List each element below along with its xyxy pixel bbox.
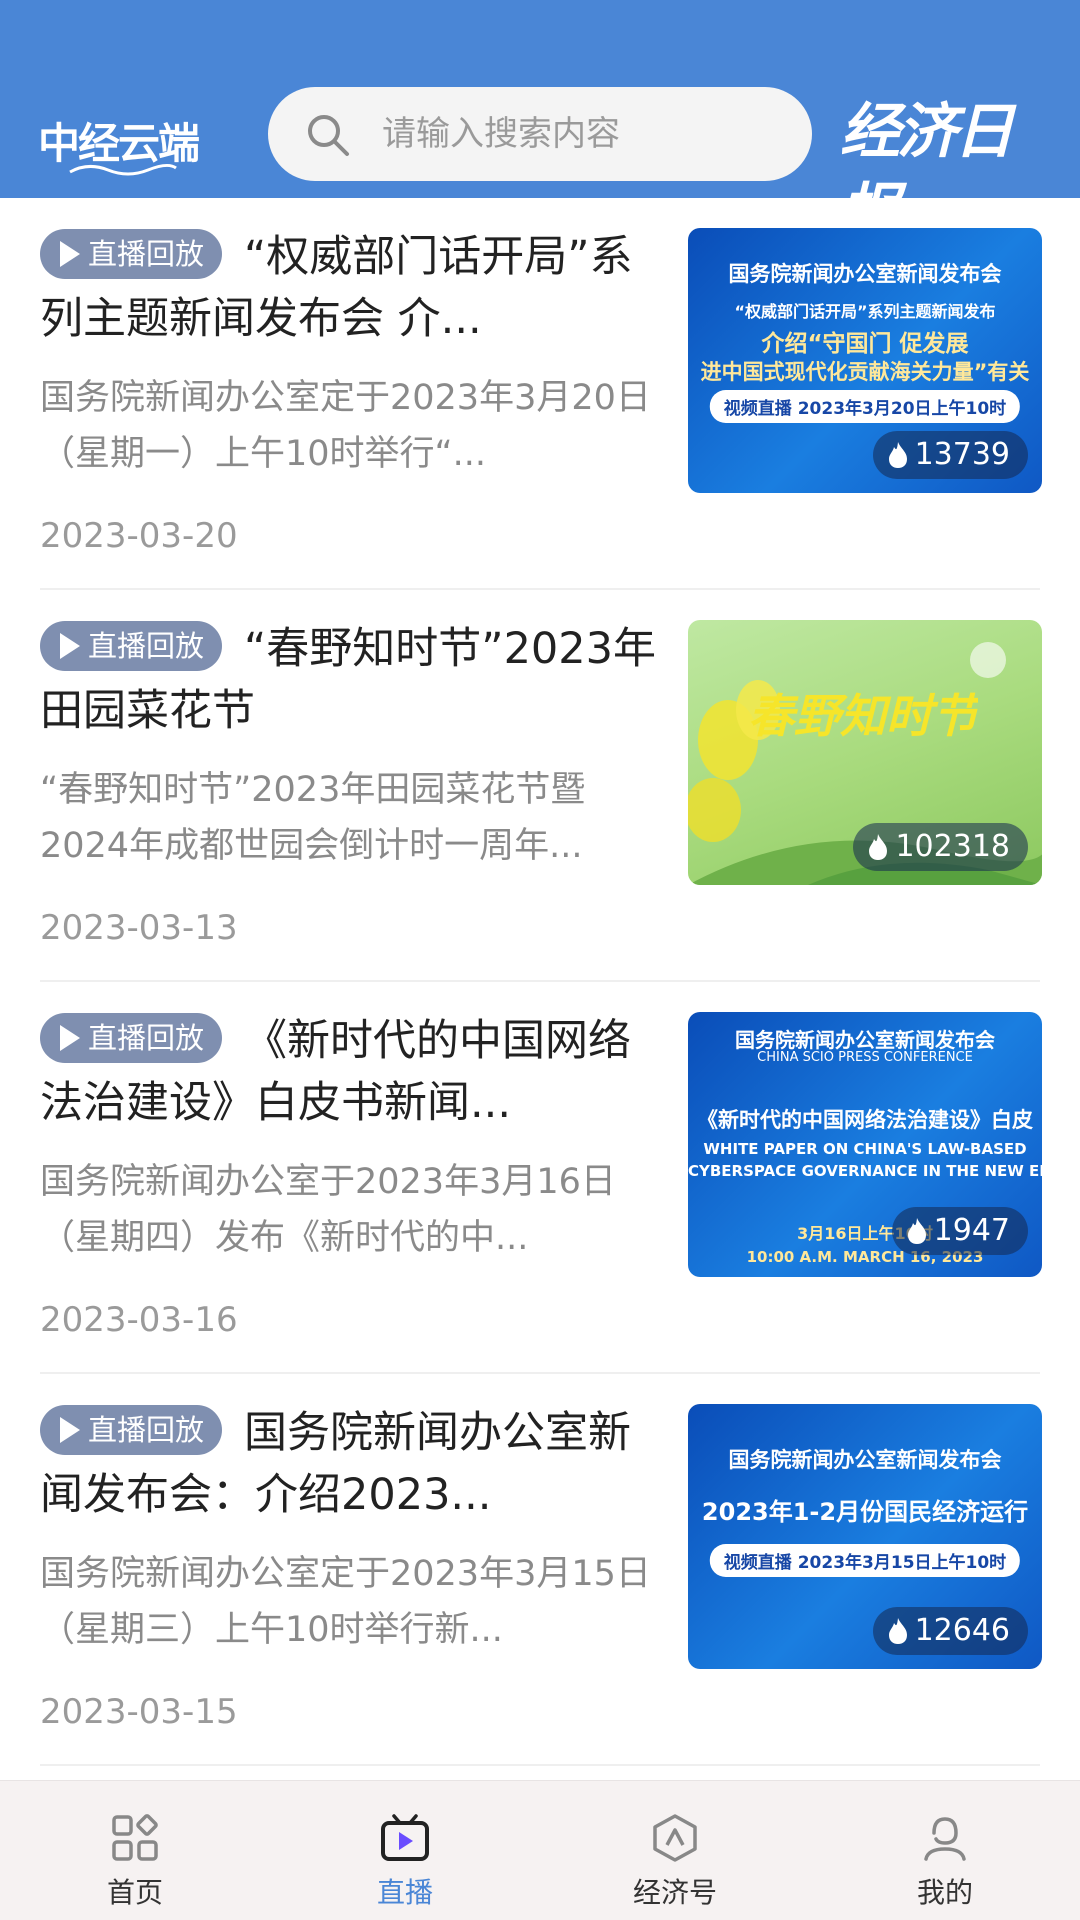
thumb-line: 《新时代的中国网络法治建设》白皮 xyxy=(697,1108,1033,1132)
app-header: 中经云端 经济日报 xyxy=(0,0,1080,247)
hexagon-icon xyxy=(653,1814,697,1862)
item-thumbnail[interactable]: 国务院新闻办公室新闻发布会 CHINA SCIO PRESS CONFERENC… xyxy=(688,1012,1042,1277)
play-icon xyxy=(60,241,80,267)
play-icon xyxy=(60,633,80,659)
replay-badge: 直播回放 xyxy=(40,229,223,279)
play-icon xyxy=(60,1025,80,1051)
item-title-block: 直播回放 “权威部门话开局”系列主题新闻发布会 介... xyxy=(40,226,670,350)
user-icon xyxy=(924,1817,966,1861)
view-count: 13739 xyxy=(872,431,1028,479)
nav-mine-label: 我的 xyxy=(916,1876,973,1909)
flame-icon xyxy=(888,442,907,468)
item-date: 2023-03-15 xyxy=(40,1692,238,1732)
badge-label: 直播回放 xyxy=(88,1413,205,1447)
item-date: 2023-03-13 xyxy=(40,908,238,948)
flame-icon xyxy=(869,834,888,860)
thumb-line: 进中国式现代化贡献海关力量”有关 xyxy=(700,360,1030,384)
view-count-value: 12646 xyxy=(914,1613,1010,1648)
flame-icon xyxy=(888,1618,907,1644)
item-description: 国务院新闻办公室于2023年3月16日（星期四）发布《新时代的中... xyxy=(40,1162,616,1258)
item-title-block: 直播回放 国务院新闻办公室新闻发布会：介绍2023... xyxy=(40,1402,670,1526)
thumb-line: 国务院新闻办公室新闻发布会 xyxy=(728,262,1002,286)
view-count: 12646 xyxy=(872,1607,1028,1655)
badge-label: 直播回放 xyxy=(88,629,205,663)
flame-icon xyxy=(907,1218,926,1244)
search-icon xyxy=(308,115,349,156)
thumb-line: 国务院新闻办公室新闻发布会 xyxy=(728,1448,1002,1472)
item-thumbnail[interactable]: 春野知时节 102318 xyxy=(688,620,1042,885)
nav-home-label: 首页 xyxy=(106,1876,163,1909)
thumb-line: WHITE PAPER ON CHINA'S LAW-BASED xyxy=(703,1140,1027,1158)
nav-home[interactable]: 首页 xyxy=(35,1781,235,1920)
item-title-block: 直播回放 “春野知时节”2023年田园菜花节 xyxy=(40,618,670,742)
item-description: 国务院新闻办公室定于2023年3月20日（星期一）上午10时举行“... xyxy=(40,378,651,474)
list-item[interactable]: 直播回放 《新时代的中国网络法治建设》白皮书新闻... 国务院新闻办公室于2023… xyxy=(40,982,1042,1374)
view-count-value: 102318 xyxy=(895,829,1010,864)
divider xyxy=(40,1764,1040,1766)
nav-live[interactable]: 直播 xyxy=(305,1781,505,1920)
zhongjing-cloud-logo[interactable]: 中经云端 xyxy=(38,92,238,182)
thumb-line: 春野知时节 xyxy=(748,689,978,743)
list-item[interactable]: 直播回放 “权威部门话开局”系列主题新闻发布会 介... 国务院新闻办公室定于20… xyxy=(40,198,1042,590)
item-date: 2023-03-16 xyxy=(40,1300,238,1340)
nav-live-label: 直播 xyxy=(376,1876,433,1909)
item-description: 国务院新闻办公室定于2023年3月15日（星期三）上午10时举行新... xyxy=(40,1554,651,1650)
item-thumbnail[interactable]: 国务院新闻办公室新闻发布会 2023年1-2月份国民经济运行 视频直播 2023… xyxy=(688,1404,1042,1669)
thumb-line: 2023年1-2月份国民经济运行 xyxy=(701,1498,1029,1526)
list-item[interactable]: 直播回放 国务院新闻办公室新闻发布会：介绍2023... 国务院新闻办公室定于20… xyxy=(40,1374,1042,1766)
item-description: “春野知时节”2023年田园菜花节暨2024年成都世园会倒计时一周年... xyxy=(40,770,586,866)
thumb-line: CHINA SCIO PRESS CONFERENCE xyxy=(757,1050,973,1065)
item-date: 2023-03-20 xyxy=(40,516,238,556)
thumb-line: 介绍“守国门 促发展 xyxy=(761,331,969,357)
economic-daily-logo[interactable]: 经济日报 xyxy=(840,92,1055,247)
bottom-nav: 首页 直播 经济号 我的 xyxy=(0,1780,1080,1920)
list-item[interactable]: 直播回放 “春野知时节”2023年田园菜花节 “春野知时节”2023年田园菜花节暨… xyxy=(40,590,1042,982)
badge-label: 直播回放 xyxy=(88,1021,205,1055)
search-input[interactable] xyxy=(382,87,782,181)
item-thumbnail[interactable]: 国务院新闻办公室新闻发布会 “权威部门话开局”系列主题新闻发布 介绍“守国门 促… xyxy=(688,228,1042,493)
replay-badge: 直播回放 xyxy=(40,621,223,671)
thumb-pill: 视频直播 2023年3月15日上午10时 xyxy=(709,1544,1021,1577)
view-count: 102318 xyxy=(853,823,1028,871)
item-title-block: 直播回放 《新时代的中国网络法治建设》白皮书新闻... xyxy=(40,1010,670,1134)
play-icon xyxy=(60,1417,80,1443)
replay-badge: 直播回放 xyxy=(40,1013,223,1063)
badge-label: 直播回放 xyxy=(88,237,205,271)
view-count: 1947 xyxy=(891,1207,1028,1255)
nav-mine[interactable]: 我的 xyxy=(845,1781,1045,1920)
thumb-line: 国务院新闻办公室新闻发布会 xyxy=(735,1028,995,1052)
wave-icon xyxy=(69,163,177,176)
thumb-line: CYBERSPACE GOVERNANCE IN THE NEW ERA xyxy=(688,1162,1042,1180)
tv-play-icon xyxy=(381,1814,429,1861)
nav-economy-account[interactable]: 经济号 xyxy=(575,1781,775,1920)
grid-icon xyxy=(112,1814,158,1861)
thumb-line: “权威部门话开局”系列主题新闻发布 xyxy=(734,302,996,321)
nav-economy-label: 经济号 xyxy=(632,1876,717,1909)
view-count-value: 13739 xyxy=(914,437,1010,472)
replay-badge: 直播回放 xyxy=(40,1405,223,1455)
thumb-pill: 视频直播 2023年3月20日上午10时 xyxy=(709,390,1021,423)
view-count-value: 1947 xyxy=(933,1213,1010,1248)
search-bar[interactable] xyxy=(268,87,812,181)
